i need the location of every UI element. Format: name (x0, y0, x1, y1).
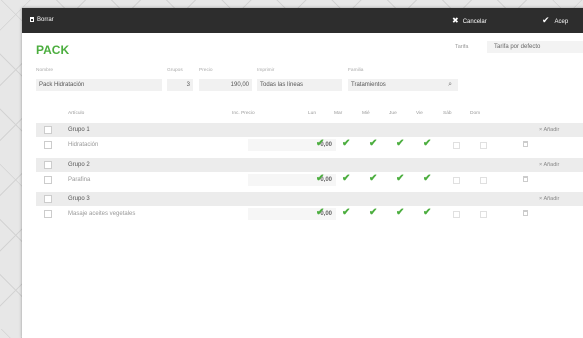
col-mar: Mar (334, 111, 343, 116)
check-icon[interactable]: ✔ (342, 173, 350, 184)
group-row: Grupo 3 × Añadir + (36, 192, 583, 206)
imprimir-select[interactable]: Todas las líneas (257, 79, 342, 91)
add-label: Añadir (543, 127, 560, 133)
group-name: Grupo 3 (68, 196, 90, 202)
day-checkbox-empty[interactable] (480, 142, 487, 149)
top-toolbar: Borrar ✖ Cancelar ✔ Acep (22, 8, 583, 33)
row-checkbox[interactable] (44, 195, 52, 203)
check-icon[interactable]: ✔ (396, 207, 404, 218)
day-checkbox-empty[interactable] (480, 177, 487, 184)
col-jue: Jue (389, 111, 397, 116)
col-articulo: Artículo (68, 111, 85, 116)
precio-field[interactable]: 190,00 (199, 79, 252, 91)
col-sab: Sáb (443, 111, 452, 116)
day-checkbox-empty[interactable] (453, 211, 460, 218)
trash-icon[interactable] (523, 176, 528, 182)
col-vie: Vie (416, 111, 423, 116)
close-icon: ✖ (452, 16, 459, 25)
trash-icon[interactable] (523, 141, 528, 147)
check-icon[interactable]: ✔ (423, 207, 431, 218)
add-button[interactable]: × Añadir (539, 196, 559, 202)
nombre-field[interactable]: Pack Hidratación (36, 79, 162, 91)
item-name: Masaje aceites vegetales (68, 211, 136, 217)
check-icon[interactable]: ✔ (342, 207, 350, 218)
cancel-label: Cancelar (462, 19, 487, 25)
check-icon[interactable]: ✔ (396, 138, 404, 149)
check-icon[interactable]: ✔ (423, 173, 431, 184)
item-name: Hidratación (68, 142, 99, 148)
col-inc-precio: Inc. Precio (232, 111, 255, 116)
check-icon[interactable]: ✔ (369, 138, 377, 149)
check-icon[interactable]: ✔ (316, 173, 324, 184)
group-row: Grupo 2 × Añadir + (36, 158, 583, 172)
group-name: Grupo 1 (68, 127, 90, 133)
page-title: PACK (36, 43, 70, 57)
item-row: Parafina 0,00 ✔ ✔ ✔ ✔ ✔ (36, 173, 583, 187)
col-dom: Dom (470, 111, 481, 116)
check-icon[interactable]: ✔ (316, 207, 324, 218)
accept-button[interactable]: ✔ Acep (542, 15, 568, 26)
group-row: Grupo 1 × Añadir + (36, 123, 583, 137)
row-checkbox[interactable] (44, 126, 52, 134)
imprimir-label: Imprimir (257, 68, 275, 73)
col-mie: Mié (362, 111, 370, 116)
delete-button[interactable]: Borrar (30, 17, 54, 23)
add-label: Añadir (543, 162, 560, 168)
row-checkbox[interactable] (44, 141, 52, 149)
precio-label: Precio (199, 68, 213, 73)
col-lun: Lun (308, 111, 317, 116)
search-icon: ⌕ (448, 81, 452, 88)
accept-label: Acep (554, 19, 569, 25)
check-icon: ✔ (542, 15, 550, 25)
item-row: Masaje aceites vegetales 0,00 ✔ ✔ ✔ ✔ ✔ (36, 207, 583, 221)
check-icon[interactable]: ✔ (423, 138, 431, 149)
item-name: Parafina (68, 177, 91, 183)
grupos-label: Grupos (167, 68, 183, 73)
tarifa-select[interactable]: Tarifa por defecto (487, 41, 583, 53)
add-button[interactable]: × Añadir (539, 162, 559, 168)
day-checkbox-empty[interactable] (453, 142, 460, 149)
check-icon[interactable]: ✔ (396, 173, 404, 184)
group-name: Grupo 2 (68, 162, 90, 168)
familia-select[interactable]: Tratamientos ⌕ (348, 79, 458, 91)
check-icon[interactable]: ✔ (316, 138, 324, 149)
delete-label: Borrar (37, 17, 54, 23)
cancel-button[interactable]: ✖ Cancelar (452, 16, 487, 25)
grupos-field[interactable]: 3 (167, 79, 193, 91)
add-label: Añadir (543, 196, 560, 202)
trash-icon[interactable] (523, 210, 528, 216)
item-row: Hidratación 0,00 ✔ ✔ ✔ ✔ ✔ (36, 138, 583, 152)
day-checkbox-empty[interactable] (453, 177, 460, 184)
nombre-label: Nombre (36, 68, 54, 73)
tarifa-label: Tarifa (455, 44, 469, 50)
add-button[interactable]: × Añadir (539, 127, 559, 133)
row-checkbox[interactable] (44, 161, 52, 169)
day-checkbox-empty[interactable] (480, 211, 487, 218)
row-checkbox[interactable] (44, 176, 52, 184)
check-icon[interactable]: ✔ (342, 138, 350, 149)
trash-icon (30, 17, 34, 22)
familia-value: Tratamientos (351, 82, 386, 88)
pack-editor-window: Borrar ✖ Cancelar ✔ Acep PACK Tarifa Tarif… (22, 8, 583, 338)
check-icon[interactable]: ✔ (369, 207, 377, 218)
row-checkbox[interactable] (44, 210, 52, 218)
familia-label: Familia (348, 68, 364, 73)
check-icon[interactable]: ✔ (369, 173, 377, 184)
